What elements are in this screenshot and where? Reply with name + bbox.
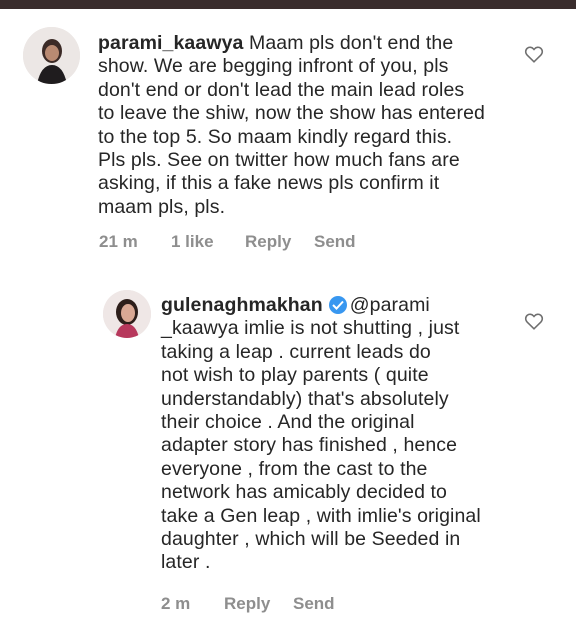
top-bar <box>0 0 576 9</box>
avatar[interactable] <box>23 27 80 84</box>
comment-username[interactable]: parami_kaawya <box>98 32 243 54</box>
comment-body: gulenaghmakhan @parami _kaawya imlie is n… <box>161 294 521 575</box>
comment-meta: 21 m 1 like Reply Send <box>99 232 356 252</box>
heart-outline-icon[interactable] <box>524 45 544 63</box>
comment-time: 2 m <box>161 594 191 613</box>
verified-badge-icon <box>328 296 347 314</box>
comment-username[interactable]: gulenaghmakhan <box>161 294 323 316</box>
avatar-image <box>103 290 151 338</box>
comment-meta: 2 m Reply Send <box>161 594 335 614</box>
avatar-image <box>23 27 80 84</box>
comment-body: parami_kaawya Maam pls don't end the sho… <box>98 32 518 219</box>
avatar[interactable] <box>103 290 151 338</box>
comment-text: Maam pls don't end the show. We are begg… <box>98 32 485 218</box>
mention-link[interactable]: @parami <box>350 294 430 316</box>
send-button[interactable]: Send <box>314 232 356 252</box>
heart-outline-icon[interactable] <box>524 312 544 330</box>
reply-button[interactable]: Reply <box>224 594 293 614</box>
reply-button[interactable]: Reply <box>245 232 314 252</box>
comment-text: _kaawya imlie is not shutting , just tak… <box>161 317 481 574</box>
likes-count[interactable]: 1 like <box>171 232 245 252</box>
comment-time: 21 m <box>99 232 138 251</box>
send-button[interactable]: Send <box>293 594 335 614</box>
